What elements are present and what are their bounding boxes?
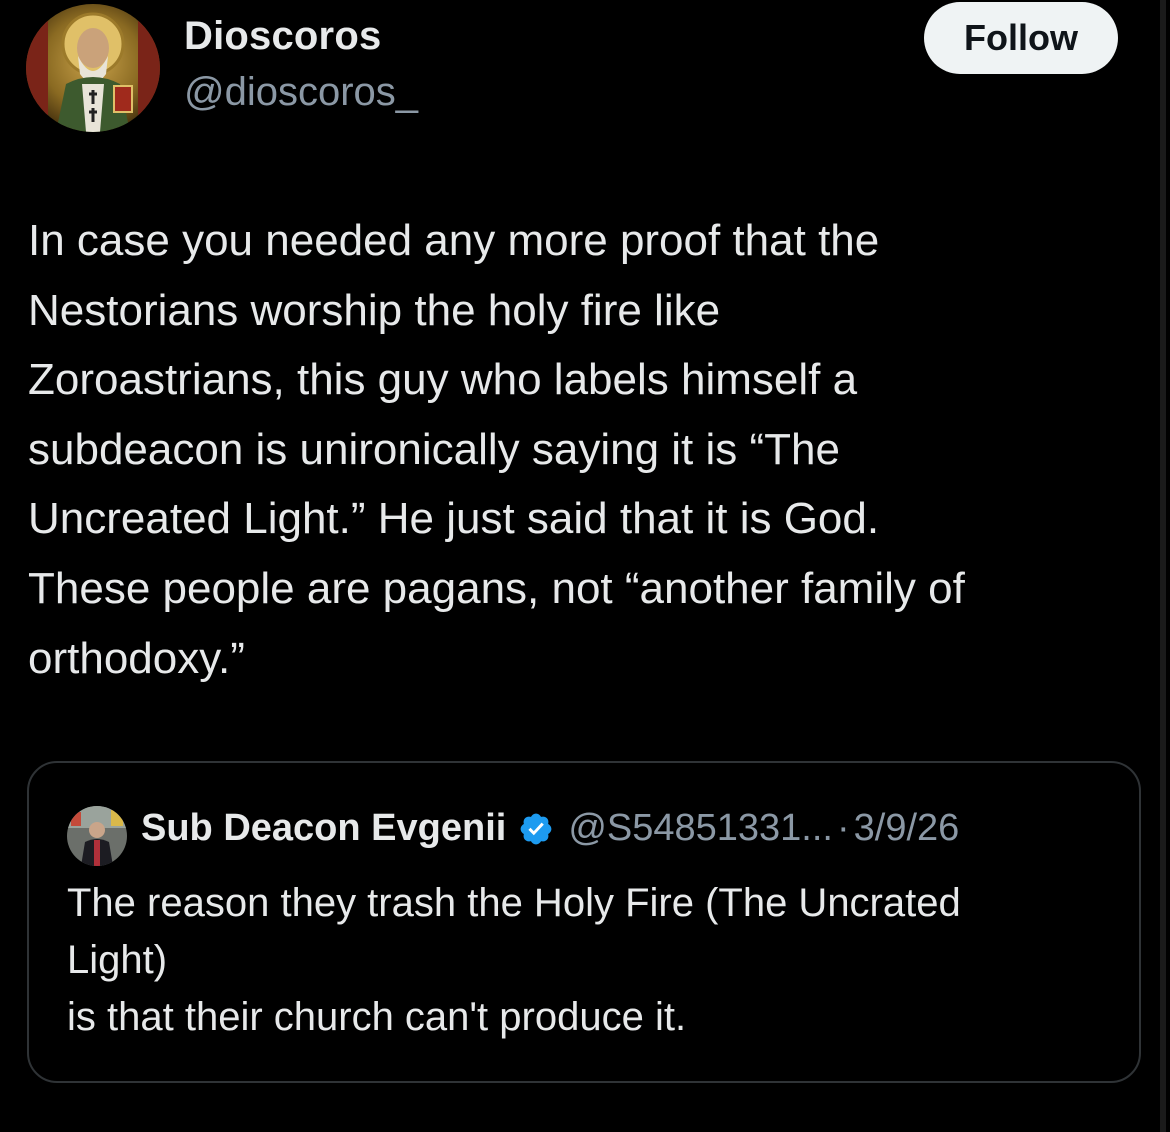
quoted-date[interactable]: 3/9/26 xyxy=(854,807,960,850)
author-handle[interactable]: @dioscoros_ xyxy=(184,70,418,115)
photo-icon-avatar xyxy=(67,806,127,866)
quoted-author-handle[interactable]: @S54851331... xyxy=(568,807,833,850)
author-avatar[interactable] xyxy=(26,4,160,132)
quoted-tweet-text: The reason they trash the Holy Fire (The… xyxy=(67,881,961,1039)
separator-dot: · xyxy=(836,807,850,849)
tweet: Dioscoros @dioscoros_ Follow In case you… xyxy=(0,0,1170,1132)
quoted-author-avatar[interactable] xyxy=(67,806,127,866)
verified-badge-icon xyxy=(518,811,554,847)
portrait-icon-avatar xyxy=(26,4,160,132)
quoted-header: Sub Deacon Evgenii @S54851331... · 3/9/2… xyxy=(141,807,959,850)
tweet-text: In case you needed any more proof that t… xyxy=(28,216,965,683)
author-display-name[interactable]: Dioscoros xyxy=(184,14,381,59)
quoted-tweet-card[interactable]: Sub Deacon Evgenii @S54851331... · 3/9/2… xyxy=(27,761,1141,1083)
scrollbar[interactable] xyxy=(1160,0,1166,1132)
quoted-author-name[interactable]: Sub Deacon Evgenii xyxy=(141,807,506,850)
follow-button[interactable]: Follow xyxy=(924,2,1118,74)
